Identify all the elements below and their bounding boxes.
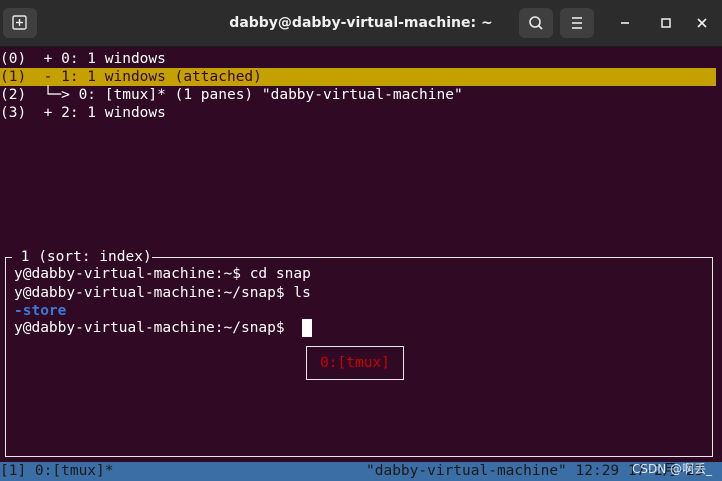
hamburger-menu-icon <box>572 17 582 29</box>
maximize-button[interactable] <box>654 11 678 35</box>
session-tree-row-selected[interactable]: (1) - 1: 1 windows (attached) <box>0 68 716 86</box>
session-tree-row[interactable]: (2) └─> 0: [tmux]* (1 panes) "dabby-virt… <box>0 86 463 104</box>
watermark: CSDN @啊丢_ <box>632 462 713 476</box>
close-icon <box>697 18 707 28</box>
pane-label: 0:[tmux] <box>320 355 390 371</box>
terminal-line-directory: -store <box>14 303 67 319</box>
preview-caption: 1 (sort: index) <box>12 248 152 266</box>
minimize-icon <box>621 22 629 24</box>
title-bar: dabby@dabby-virtual-machine: ~ <box>0 0 722 47</box>
menu-button[interactable] <box>560 8 594 38</box>
session-tree-row[interactable]: (0) + 0: 1 windows <box>0 50 166 68</box>
search-icon <box>529 16 543 30</box>
terminal-line: y@dabby-virtual-machine:~/snap$ ls <box>14 285 311 301</box>
new-tab-button[interactable] <box>3 8 37 38</box>
minimize-button[interactable] <box>613 11 637 35</box>
new-tab-icon <box>12 15 27 30</box>
status-left: [1] 0:[tmux]* <box>0 463 114 479</box>
session-tree-row[interactable]: (3) + 2: 1 windows <box>0 104 166 122</box>
pane-label-box: 0:[tmux] <box>306 346 404 380</box>
search-button[interactable] <box>519 8 553 38</box>
close-button[interactable] <box>690 11 714 35</box>
maximize-icon <box>661 18 671 28</box>
terminal-cursor <box>302 319 312 337</box>
terminal-prompt-line: y@dabby-virtual-machine:~/snap$ <box>14 320 294 336</box>
terminal-window: dabby@dabby-virtual-machine: ~ (0) + 0: … <box>0 0 722 481</box>
tmux-status-bar: [1] 0:[tmux]* "dabby-virtual-machine" 12… <box>0 462 722 481</box>
terminal-line: y@dabby-virtual-machine:~$ cd snap <box>14 266 311 282</box>
